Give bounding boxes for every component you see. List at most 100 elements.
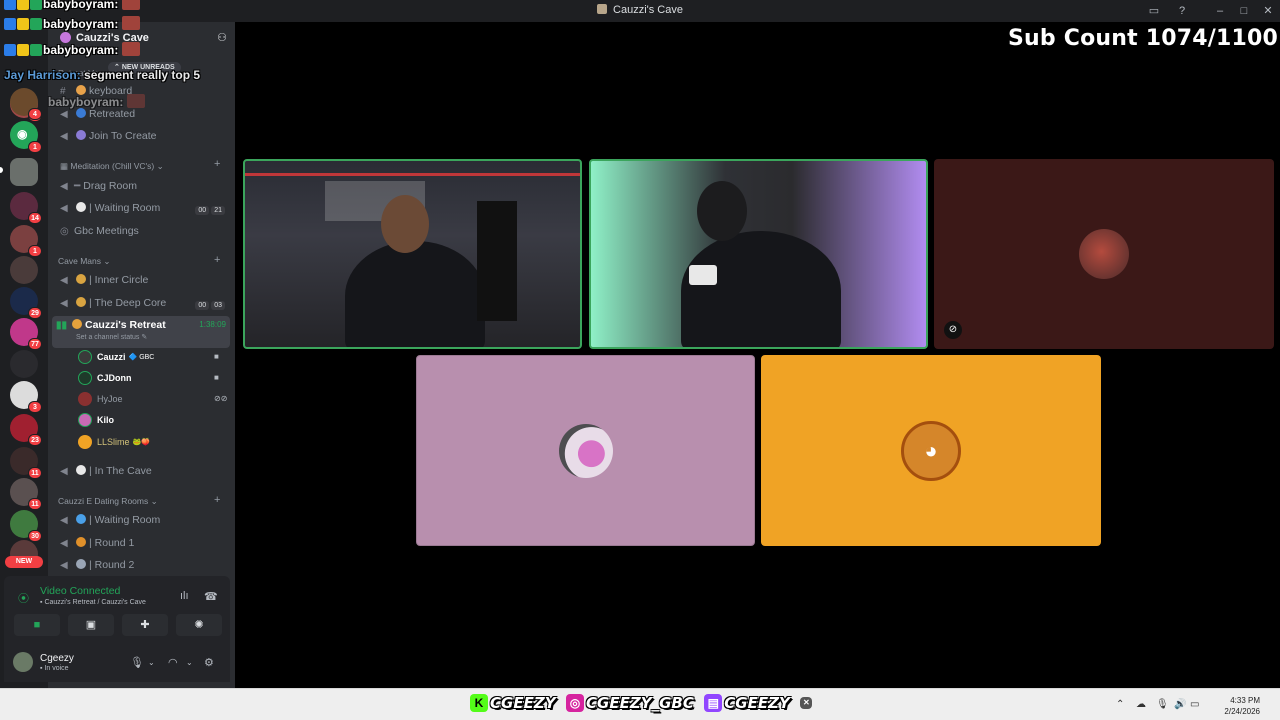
voice-member-cauzzi[interactable]: Cauzzi 🔷 GBC ■: [78, 350, 219, 366]
cloud-emoji-icon: [76, 202, 86, 212]
headphones-icon[interactable]: ◠: [168, 656, 178, 669]
clock[interactable]: 4:33 PM 2/24/2026: [1224, 695, 1260, 717]
voice-member-cjdonn[interactable]: CJDonn ■: [78, 371, 219, 387]
unread-badge: 1: [28, 141, 42, 153]
channel-waiting-room[interactable]: ◀ | Waiting Room 00 21: [60, 202, 225, 220]
voice-member-llslime[interactable]: LLSlime 🐸🍑: [78, 435, 150, 451]
server-header[interactable]: Cauzzi's Cave ⚇: [48, 22, 235, 52]
gbc-tag: 🔷 GBC: [128, 354, 155, 361]
server-icon-5[interactable]: [10, 256, 38, 284]
video-tile-4[interactable]: [416, 355, 755, 546]
signal-icon[interactable]: ⦿: [18, 590, 29, 606]
chevron-down-icon[interactable]: ⌄: [186, 658, 193, 667]
server-icon-12[interactable]: 11: [10, 478, 42, 510]
server-icon-6[interactable]: 29: [10, 287, 42, 319]
create-channel-icon[interactable]: +: [214, 158, 220, 170]
camera-button[interactable]: ■: [14, 614, 60, 636]
soundboard-button[interactable]: ✺: [176, 614, 222, 636]
category-meditation[interactable]: ▦ Meditation (Chill VC's) ⌄: [60, 161, 164, 173]
chevron-down-icon[interactable]: ⌄: [148, 658, 155, 667]
category-dating-rooms[interactable]: Cauzzi E Dating Rooms ⌄: [58, 496, 158, 508]
unread-badge: 3: [28, 401, 42, 413]
video-icon: ■: [214, 352, 219, 361]
unread-badge: 11: [28, 467, 42, 479]
new-unreads-pill[interactable]: ⌃ NEW UNREADS: [108, 62, 181, 73]
server-icon-11[interactable]: 11: [10, 447, 42, 479]
discord-window: Cauzzi's Cave ▭ ? – □ ✕ 2 4 ◉1 14 1 29 7…: [0, 0, 1280, 720]
screen-share-button[interactable]: ▣: [68, 614, 114, 636]
avatar: [78, 350, 92, 364]
microphone-icon[interactable]: 🎙: [130, 656, 144, 669]
activities-button[interactable]: ✚: [122, 614, 168, 636]
username[interactable]: Cgeezy: [40, 653, 74, 664]
speaker-icon: ◀: [60, 466, 68, 477]
category-retreat[interactable]: Retreat Vo...: [58, 68, 105, 80]
help-icon[interactable]: ?: [1174, 3, 1190, 19]
video-tile-2[interactable]: [589, 159, 928, 349]
channel-inner-circle[interactable]: ◀ | Inner Circle: [60, 274, 148, 292]
server-icon-8[interactable]: [10, 350, 38, 378]
server-icon-3[interactable]: 14: [10, 192, 42, 224]
invite-people-icon[interactable]: ⚇: [217, 31, 227, 44]
direct-messages-button[interactable]: ◉ 1: [10, 121, 42, 153]
video-tile-5[interactable]: ◕: [761, 355, 1101, 546]
speaker-icon: ◀: [60, 538, 68, 549]
create-channel-icon[interactable]: +: [214, 494, 220, 506]
settings-gear-icon[interactable]: ⚙: [204, 656, 214, 669]
close-icon[interactable]: ✕: [1260, 3, 1276, 19]
user-avatar[interactable]: [13, 652, 33, 672]
cloud-sync-icon[interactable]: ☁: [1136, 699, 1146, 710]
create-channel-icon[interactable]: +: [214, 254, 220, 266]
participant-head: [381, 195, 429, 253]
held-card: [689, 265, 717, 285]
category-cave-mans[interactable]: Cave Mans ⌄: [58, 256, 110, 268]
channel-gbc-meetings[interactable]: ◎ Gbc Meetings: [60, 225, 139, 243]
server-icon-10[interactable]: 23: [10, 414, 42, 446]
channel-cauzzis-retreat[interactable]: ▮▮ Cauzzi's Retreat 1:38:09 Set a channel s…: [52, 316, 230, 348]
user-limit-counter: 00 21: [193, 203, 225, 215]
chevron-up-icon[interactable]: ⌃: [1116, 699, 1124, 710]
server-icon-7[interactable]: 77: [10, 318, 42, 350]
voice-member-hyjoe[interactable]: HyJoe ⊘⊘: [78, 392, 227, 408]
channel-drag-room[interactable]: ◀ ━ Drag Room: [60, 180, 137, 198]
server-icon-13[interactable]: 30: [10, 510, 42, 542]
candle-emoji-icon: [76, 297, 86, 307]
video-icon: ■: [214, 373, 219, 382]
category-emoji-icon: ▦: [60, 161, 71, 171]
disconnect-icon[interactable]: ☎: [204, 590, 218, 603]
minimize-icon[interactable]: –: [1212, 3, 1228, 19]
volume-icon[interactable]: 🔊: [1174, 699, 1186, 710]
medal-emoji-icon: [76, 559, 86, 569]
set-channel-status[interactable]: Set a channel status ✎: [76, 333, 230, 341]
display-icon[interactable]: ▭: [1190, 699, 1199, 710]
server-icon-cauzzis-cave[interactable]: [10, 158, 38, 186]
channel-retreated[interactable]: ◀ Retreated: [60, 108, 135, 126]
server-icon-4[interactable]: 1: [10, 225, 42, 257]
noise-suppression-icon[interactable]: ılı: [180, 590, 189, 602]
channel-keyboard[interactable]: # keyboard: [60, 85, 132, 103]
channel-round-2[interactable]: ◀ | Round 2: [60, 559, 134, 577]
channel-join-to-create[interactable]: ◀ Join To Create: [60, 130, 157, 148]
unread-badge: 29: [28, 307, 42, 319]
video-tile-1[interactable]: [243, 159, 582, 349]
window-title: Cauzzi's Cave: [0, 4, 1280, 16]
inbox-icon[interactable]: ▭: [1146, 3, 1162, 19]
channel-deep-core[interactable]: ◀ | The Deep Core 00 03: [60, 297, 225, 315]
channel-dating-waiting-room[interactable]: ◀ | Waiting Room: [60, 514, 160, 532]
candle-emoji-icon: [76, 274, 86, 284]
new-servers-pill[interactable]: NEW: [5, 556, 43, 568]
voice-location[interactable]: ▪ Cauzzi's Retreat / Cauzzi's Cave: [40, 599, 146, 606]
participant-avatar: ◕: [901, 420, 961, 481]
channel-round-1[interactable]: ◀ | Round 1: [60, 537, 134, 555]
server-icon-2[interactable]: 4: [10, 88, 42, 120]
participant-body: [345, 241, 485, 347]
server-icon-9[interactable]: 3: [10, 381, 42, 413]
channel-in-the-cave[interactable]: ◀ | In The Cave: [60, 465, 152, 483]
video-tile-3[interactable]: ⊘: [934, 159, 1274, 349]
speaker-icon: ◀: [60, 131, 68, 142]
voice-member-kilo[interactable]: Kilo: [78, 413, 114, 429]
maximize-icon[interactable]: □: [1236, 3, 1252, 19]
unread-badge: 4: [28, 108, 42, 120]
camera-icon: ■: [33, 619, 41, 631]
microphone-tray-icon[interactable]: 🎙: [1156, 699, 1169, 710]
